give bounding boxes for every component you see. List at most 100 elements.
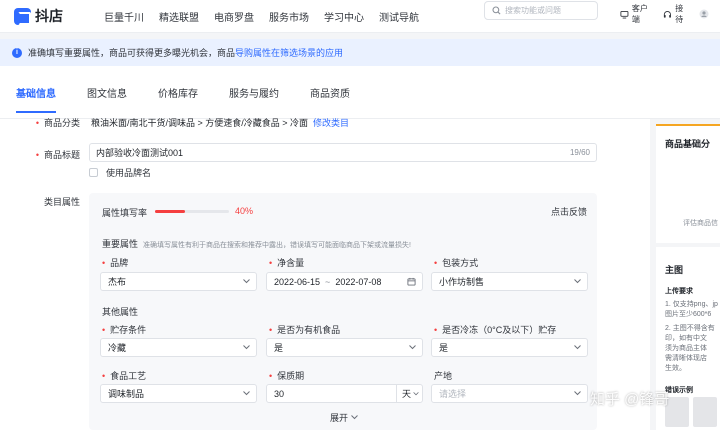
packaging-label: 包装方式 [434,256,478,269]
chevron-down-icon [243,279,250,284]
attributes-box: 属性填写率 40% 点击反馈 重要属性 准确填写属性有利于商品在搜索和推荐中露出，… [89,193,597,430]
topnav-item[interactable]: 巨量千川 [104,9,144,24]
notice-link[interactable]: 导购属性在筛选场景的应用 [235,48,343,58]
net-content-date-range[interactable]: 2022-06-15 ~ 2022-07-08 [266,272,423,291]
requirement-line: 须为商品主体 [665,345,707,352]
origin-select[interactable]: 请选择 [431,384,588,403]
process-select[interactable]: 调味制品 [100,384,257,403]
page: 抖店 巨量千川 精选联盟 电商罗盘 服务市场 学习中心 测试导航 搜索功能或问题… [0,0,720,430]
fill-rate-label: 属性填写率 [102,208,148,218]
other-attributes-title: 其他属性 [102,307,139,317]
storage-label: 贮存条件 [102,323,146,336]
requirement-line: 生效。 [665,365,686,372]
important-attributes-title: 重要属性 准确填写属性有利于商品在搜索和推荐中露出，错误填写可能面临商品下架或流量… [102,237,411,250]
chevron-down-icon [413,392,419,396]
tab-graphic-info[interactable]: 图文信息 [87,66,127,119]
shelf-life-label-text: 保质期 [277,371,305,381]
storage-select[interactable]: 冷藏 [100,338,257,357]
chevron-down-icon [243,391,250,396]
chevron-down-icon [351,415,358,420]
chevron-down-icon [574,345,581,350]
top-nav: 巨量千川 精选联盟 电商罗盘 服务市场 学习中心 测试导航 [104,9,434,24]
reception-button[interactable]: 接待 [663,3,691,25]
panel-divider [656,243,720,247]
date-start: 2022-06-15 [274,276,321,287]
fill-rate-bar [155,210,185,213]
search-input[interactable]: 搜索功能或问题 [484,1,598,20]
process-label: 食品工艺 [102,369,146,382]
headset-icon [664,10,672,18]
search-icon [492,6,501,15]
shelf-life-unit: 天 [402,389,412,399]
top-right-actions: 客户端 接待 [620,3,720,25]
search-placeholder: 搜索功能或问题 [505,6,561,15]
right-panel: 商品基础分 评估商品信 主图 上传要求 1. 仅支持png、jp 图片至少600… [656,124,720,430]
frozen-label-text: 是否冷冻（0°C及以下）贮存 [442,325,557,335]
category-label-text: 商品分类 [43,118,80,128]
app-logo[interactable]: 抖店 [14,6,88,26]
tab-basic-info[interactable]: 基础信息 [16,66,56,119]
fill-rate-value: 40% [235,206,254,216]
organic-select[interactable]: 是 [266,338,423,357]
top-bar: 抖店 巨量千川 精选联盟 电商罗盘 服务市场 学习中心 测试导航 搜索功能或问题… [0,0,720,33]
topnav-item[interactable]: 测试导航 [379,9,419,24]
shelf-life-unit-select[interactable]: 天 [396,385,422,402]
shelf-life-label: 保质期 [269,369,304,382]
logo-icon [14,7,31,25]
tab-service-fulfillment[interactable]: 服务与履约 [229,66,279,119]
date-end: 2022-07-08 [335,276,382,287]
product-title-input[interactable]: 内部验收冷面测试001 19/60 [89,143,597,162]
category-label: 商品分类 [0,116,80,129]
feedback-link[interactable]: 点击反馈 [551,205,587,218]
tab-qualification[interactable]: 商品资质 [310,66,350,119]
requirement-line: 需清晰体现店 [665,355,707,362]
brand-label: 品牌 [102,256,128,269]
title-label-text: 商品标题 [43,150,80,160]
client-button[interactable]: 客户端 [620,3,655,25]
topnav-item[interactable]: 精选联盟 [159,9,199,24]
category-value: 粮油米面/南北干货/调味品 > 方便速食/冷藏食品 > 冷面 修改类目 [91,116,349,129]
app-name: 抖店 [35,8,63,24]
topnav-item[interactable]: 电商罗盘 [214,9,254,24]
calendar-icon [407,277,416,286]
edit-category-link[interactable]: 修改类目 [313,118,349,128]
packaging-select[interactable]: 小作坊制售 [431,272,588,291]
upload-requirement-title: 上传要求 [665,288,693,295]
main-image-title: 主图 [665,265,684,275]
topnav-item[interactable]: 学习中心 [324,9,364,24]
monitor-icon [620,10,629,18]
watermark: 知乎 @锋哥 [590,391,670,408]
product-title-value: 内部验收冷面测试001 [96,148,184,158]
chevron-down-icon [409,345,416,350]
organic-value: 是 [274,343,284,353]
info-icon: i [12,47,22,58]
packaging-value: 小作坊制售 [439,277,485,287]
brand-select[interactable]: 杰布 [100,272,257,291]
shelf-life-input[interactable]: 30 天 [266,384,423,403]
process-label-text: 食品工艺 [110,371,147,381]
tab-price-stock[interactable]: 价格库存 [158,66,198,119]
category-path: 粮油米面/南北干货/调味品 > 方便速食/冷藏食品 > 冷面 [91,118,309,128]
shelf-life-value: 30 [274,388,285,399]
net-content-label: 净含量 [269,256,304,269]
attributes-label: 类目属性 [43,197,80,207]
score-title: 商品基础分 [665,139,711,149]
use-brand-label: 使用品牌名 [106,168,152,178]
expand-button[interactable]: 展开 [330,411,358,424]
user-icon [699,9,709,19]
brand-value: 杰布 [108,277,127,287]
expand-label: 展开 [330,413,349,423]
use-brand-checkbox[interactable]: 使用品牌名 [89,166,151,179]
packaging-label-text: 包装方式 [442,258,479,268]
storage-label-text: 贮存条件 [110,325,147,335]
chevron-down-icon [574,391,581,396]
origin-label: 产地 [434,371,453,381]
reception-label: 接待 [675,4,684,24]
topnav-item[interactable]: 服务市场 [269,9,309,24]
avatar[interactable] [699,9,712,19]
requirement-line: 图片至少600*6 [665,311,712,318]
chevron-down-icon [574,279,581,284]
checkbox-box[interactable] [89,168,98,177]
frozen-value: 是 [439,343,449,353]
frozen-select[interactable]: 是 [431,338,588,357]
